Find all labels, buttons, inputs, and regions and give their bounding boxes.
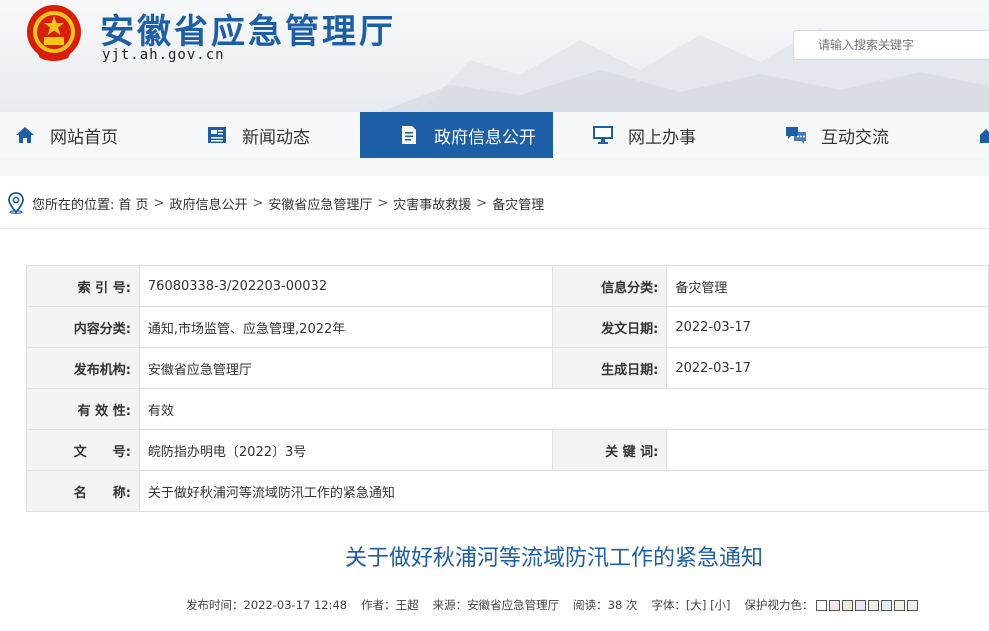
meta-key: 生成日期: xyxy=(552,347,668,389)
color-swatch[interactable] xyxy=(867,599,879,611)
color-swatch[interactable] xyxy=(841,599,853,611)
table-row: 有 效 性: 有效 xyxy=(26,388,989,430)
table-row: 名 称: 关于做好秋浦河等流域防汛工作的紧急通知 xyxy=(26,470,989,512)
source: 来源：安徽省应急管理厅 xyxy=(432,598,560,612)
chat-icon xyxy=(785,124,807,146)
meta-value: 关于做好秋浦河等流域防汛工作的紧急通知 xyxy=(138,470,989,512)
breadcrumb-separator: > xyxy=(377,195,389,211)
document-meta-table: 索 引 号: 76080338-3/202203-00032 信息分类: 备灾管… xyxy=(26,265,989,512)
table-row: 索 引 号: 76080338-3/202203-00032 信息分类: 备灾管… xyxy=(26,265,989,307)
nav-item-news[interactable]: 新闻动态 xyxy=(206,112,310,158)
read-count: 阅读：38 次 xyxy=(573,598,638,612)
color-swatch[interactable] xyxy=(828,599,840,611)
breadcrumb-prefix: 您所在的位置: xyxy=(32,197,115,213)
main-nav: 网站首页 新闻动态 政府信息公开 网上办事 互动交流 xyxy=(0,112,989,158)
search-input[interactable] xyxy=(816,37,980,53)
meta-key: 内容分类: xyxy=(26,306,140,348)
table-row: 内容分类: 通知,市场监管、应急管理,2022年 发文日期: 2022-03-1… xyxy=(26,306,989,348)
color-swatch[interactable] xyxy=(893,599,905,611)
breadcrumb-item[interactable]: 安徽省应急管理厅 xyxy=(268,194,372,213)
monitor-icon xyxy=(592,124,614,146)
meta-key: 名 称: xyxy=(26,470,140,512)
site-title[interactable]: 安徽省应急管理厅 xyxy=(100,4,396,53)
breadcrumb-item[interactable]: 备灾管理 xyxy=(492,194,544,213)
meta-value xyxy=(666,429,989,471)
nav-item-home[interactable]: 网站首页 xyxy=(14,112,118,158)
nav-label: 网上办事 xyxy=(628,127,696,148)
meta-value: 皖防指办明电〔2022〕3号 xyxy=(138,429,554,471)
meta-key: 索 引 号: xyxy=(26,265,140,307)
breadcrumb: 您所在的位置: 首 页 > 政府信息公开 > 安徽省应急管理厅 > 灾害事故救援… xyxy=(0,188,989,218)
meta-key: 信息分类: xyxy=(552,265,668,307)
breadcrumb-separator: > xyxy=(153,195,165,211)
meta-key: 发文日期: xyxy=(552,306,668,348)
site-domain: yjt.ah.gov.cn xyxy=(102,47,225,63)
meta-value: 76080338-3/202203-00032 xyxy=(138,265,554,307)
document-icon xyxy=(398,124,420,146)
home-icon xyxy=(14,124,36,146)
author: 作者：王超 xyxy=(361,598,419,612)
meta-key: 发布机构: xyxy=(26,347,140,389)
color-swatch[interactable] xyxy=(815,599,827,611)
breadcrumb-item[interactable]: 政府信息公开 xyxy=(169,194,247,213)
nav-label: 政府信息公开 xyxy=(434,127,536,148)
nav-item-online-service[interactable]: 网上办事 xyxy=(592,112,696,158)
meta-value: 有效 xyxy=(138,388,989,430)
nav-item-interaction[interactable]: 互动交流 xyxy=(785,112,889,158)
national-emblem-icon xyxy=(27,5,81,61)
search-box[interactable] xyxy=(793,30,989,60)
nav-item-more[interactable] xyxy=(975,112,989,158)
news-icon xyxy=(206,124,228,146)
color-swatch[interactable] xyxy=(854,599,866,611)
meta-key: 文 号: xyxy=(26,429,140,471)
table-row: 发布机构: 安徽省应急管理厅 生成日期: 2022-03-17 xyxy=(26,347,989,389)
nav-label: 网站首页 xyxy=(50,127,118,148)
meta-value: 2022-03-17 xyxy=(666,347,989,389)
site-header: 安徽省应急管理厅 yjt.ah.gov.cn xyxy=(0,0,989,112)
meta-key: 有 效 性: xyxy=(26,388,140,430)
location-pin-icon xyxy=(8,192,24,214)
breadcrumb-separator: > xyxy=(252,195,264,211)
eye-care-swatches xyxy=(815,599,918,611)
font-size-control[interactable]: 字体：[大] [小] xyxy=(651,597,730,613)
breadcrumb-divider xyxy=(0,228,989,229)
meta-value: 备灾管理 xyxy=(666,265,989,307)
article-meta-bar: 发布时间：2022-03-17 12:48 作者：王超 来源：安徽省应急管理厅 … xyxy=(186,597,918,613)
table-row: 文 号: 皖防指办明电〔2022〕3号 关 键 词: xyxy=(26,429,989,471)
breadcrumb-item[interactable]: 灾害事故救援 xyxy=(393,194,471,213)
meta-value: 通知,市场监管、应急管理,2022年 xyxy=(138,306,554,348)
breadcrumb-item[interactable]: 首 页 xyxy=(118,194,148,213)
meta-key: 关 键 词: xyxy=(552,429,668,471)
nav-label: 新闻动态 xyxy=(242,127,310,148)
nav-subbar xyxy=(0,158,989,176)
meta-value: 2022-03-17 xyxy=(666,306,989,348)
article-title: 关于做好秋浦河等流域防汛工作的紧急通知 xyxy=(344,546,763,571)
meta-value: 安徽省应急管理厅 xyxy=(138,347,554,389)
nav-item-gov-info[interactable]: 政府信息公开 xyxy=(360,112,553,158)
color-swatch[interactable] xyxy=(906,599,918,611)
breadcrumb-separator: > xyxy=(476,195,488,211)
publish-time: 发布时间：2022-03-17 12:48 xyxy=(186,598,348,612)
more-icon xyxy=(975,124,989,146)
nav-label: 互动交流 xyxy=(821,127,889,148)
eye-care-label: 保护视力色： xyxy=(744,598,814,612)
color-swatch[interactable] xyxy=(880,599,892,611)
